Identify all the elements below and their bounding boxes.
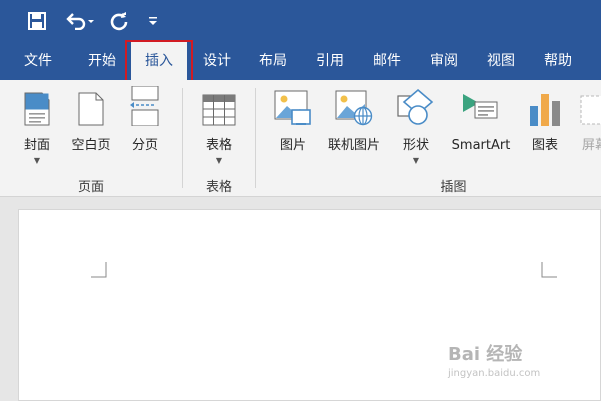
group-label-pages: 页面 <box>77 180 104 195</box>
screenshot-icon <box>575 86 601 126</box>
tab-design[interactable]: 设计 <box>191 42 243 80</box>
watermark-text: Bai 经验 <box>448 344 523 365</box>
picture-icon <box>270 86 316 126</box>
tab-home[interactable]: 开始 <box>76 42 128 80</box>
tab-file[interactable]: 文件 <box>12 42 64 80</box>
online-picture-label: 联机图片 <box>327 138 380 153</box>
tab-review[interactable]: 审阅 <box>418 42 470 80</box>
undo-icon[interactable] <box>62 8 98 34</box>
shapes-dropdown-icon[interactable]: ▼ <box>393 156 439 166</box>
tab-help[interactable]: 帮助 <box>532 42 584 80</box>
shapes-button[interactable]: 形状 ▼ <box>393 86 439 166</box>
group-label-illustrations: 插图 <box>440 180 467 195</box>
ribbon-tab-bar: 文件 开始 插入 设计 布局 引用 邮件 审阅 视图 帮助 <box>0 42 601 80</box>
shapes-icon <box>393 86 439 126</box>
watermark-url: jingyan.baidu.com <box>448 368 541 379</box>
chart-icon <box>524 86 566 126</box>
margin-corner-mark <box>91 262 107 278</box>
cover-page-dropdown-icon[interactable]: ▼ <box>14 156 60 166</box>
tab-view[interactable]: 视图 <box>475 42 527 80</box>
group-separator <box>182 88 183 188</box>
page-break-button[interactable]: 分页 <box>123 86 167 154</box>
cover-page-label: 封面 <box>23 138 50 153</box>
customize-qat-icon[interactable] <box>144 8 162 34</box>
table-label: 表格 <box>205 138 232 153</box>
picture-button[interactable]: 图片 <box>270 86 316 154</box>
redo-icon[interactable] <box>106 8 132 34</box>
table-dropdown-icon[interactable]: ▼ <box>194 156 244 166</box>
screenshot-button[interactable]: 屏幕 <box>575 86 601 154</box>
cover-page-icon <box>14 86 60 126</box>
chart-button[interactable]: 图表 <box>524 86 566 154</box>
blank-page-icon <box>65 86 117 126</box>
page-break-icon <box>123 86 167 126</box>
picture-label: 图片 <box>279 138 306 153</box>
margin-corner-mark <box>541 262 557 278</box>
smartart-label: SmartArt <box>451 138 511 153</box>
insert-tab-highlight <box>125 40 193 84</box>
online-picture-icon <box>322 86 386 126</box>
save-icon[interactable] <box>24 8 50 34</box>
quick-access-toolbar <box>0 0 601 42</box>
online-picture-button[interactable]: 联机图片 <box>322 86 386 154</box>
smartart-button[interactable]: SmartArt <box>446 86 516 154</box>
group-label-tables: 表格 <box>205 180 232 195</box>
table-icon <box>194 86 244 126</box>
cover-page-button[interactable]: 封面 ▼ <box>14 86 60 166</box>
tab-references[interactable]: 引用 <box>304 42 356 80</box>
tab-layout[interactable]: 布局 <box>247 42 299 80</box>
blank-page-label: 空白页 <box>71 138 111 153</box>
ribbon-insert: 封面 ▼ 空白页 分页 页面 表格 ▼ 表格 图片 联机图片 形状 ▼ Smar… <box>0 80 601 197</box>
watermark: Bai 经验 jingyan.baidu.com <box>448 340 540 379</box>
blank-page-button[interactable]: 空白页 <box>65 86 117 154</box>
smartart-icon <box>446 86 516 126</box>
table-button[interactable]: 表格 ▼ <box>194 86 244 166</box>
group-separator <box>255 88 256 188</box>
shapes-label: 形状 <box>402 138 429 153</box>
tab-mailings[interactable]: 邮件 <box>361 42 413 80</box>
screenshot-label: 屏幕 <box>581 138 601 153</box>
page-break-label: 分页 <box>131 138 158 153</box>
chart-label: 图表 <box>531 138 558 153</box>
